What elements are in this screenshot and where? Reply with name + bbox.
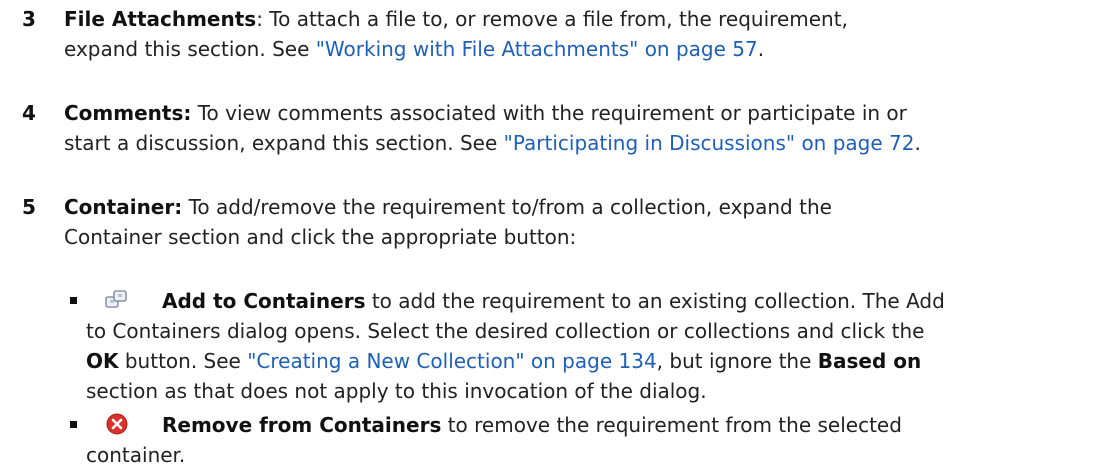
step-text-line: To add/remove the requirement to/from a … — [182, 195, 832, 219]
bullet-text-line: container. — [86, 443, 186, 467]
link-creating-a-new-collection[interactable]: "Creating a New Collection" on page 134 — [247, 349, 656, 373]
step-text-line: To view comments associated with the req… — [191, 101, 907, 125]
bullet-text-line: button. See — [118, 349, 248, 373]
step-text: File Attachments: To attach a file to, o… — [64, 4, 1097, 64]
step-text-line: Container section and click the appropri… — [64, 225, 577, 249]
link-participating-in-discussions[interactable]: "Participating in Discussions" on page 7… — [504, 131, 915, 155]
step-text: Comments: To view comments associated wi… — [64, 98, 1097, 158]
bullet-text-line: section as that does not apply to this i… — [86, 379, 707, 403]
based-on-label: Based on — [817, 349, 922, 373]
link-working-with-file-attachments[interactable]: "Working with File Attachments" on page … — [316, 37, 758, 61]
bullet-title: Remove from Containers — [162, 413, 442, 437]
step-title: File Attachments — [64, 7, 257, 31]
bullet-text-line: to remove the requirement from the selec… — [441, 413, 902, 437]
period: . — [914, 131, 921, 155]
step-text-line: start a discussion, expand this section.… — [64, 131, 504, 155]
step-title: Comments: — [64, 101, 192, 125]
step-text-line: expand this section. See — [64, 37, 316, 61]
step-text-line: : To attach a file to, or remove a file … — [256, 7, 848, 31]
period: . — [757, 37, 765, 61]
bullet-text-line: to Containers dialog opens. Select the d… — [86, 319, 925, 343]
step-number: 4 — [22, 101, 36, 125]
step-number: 5 — [22, 195, 36, 219]
step-number: 3 — [22, 7, 36, 31]
bullet-text-line: to add the requirement to an existing co… — [365, 289, 945, 313]
bullet-text: Add to Containers to add the requirement… — [64, 286, 1097, 406]
bullet-text-line: , but ignore the — [656, 349, 818, 373]
bullet-text: Remove from Containers to remove the req… — [64, 410, 1097, 470]
ok-label: OK — [86, 349, 119, 373]
step-text: Container: To add/remove the requirement… — [64, 192, 1097, 252]
bullet-title: Add to Containers — [162, 289, 366, 313]
step-title: Container: — [64, 195, 183, 219]
